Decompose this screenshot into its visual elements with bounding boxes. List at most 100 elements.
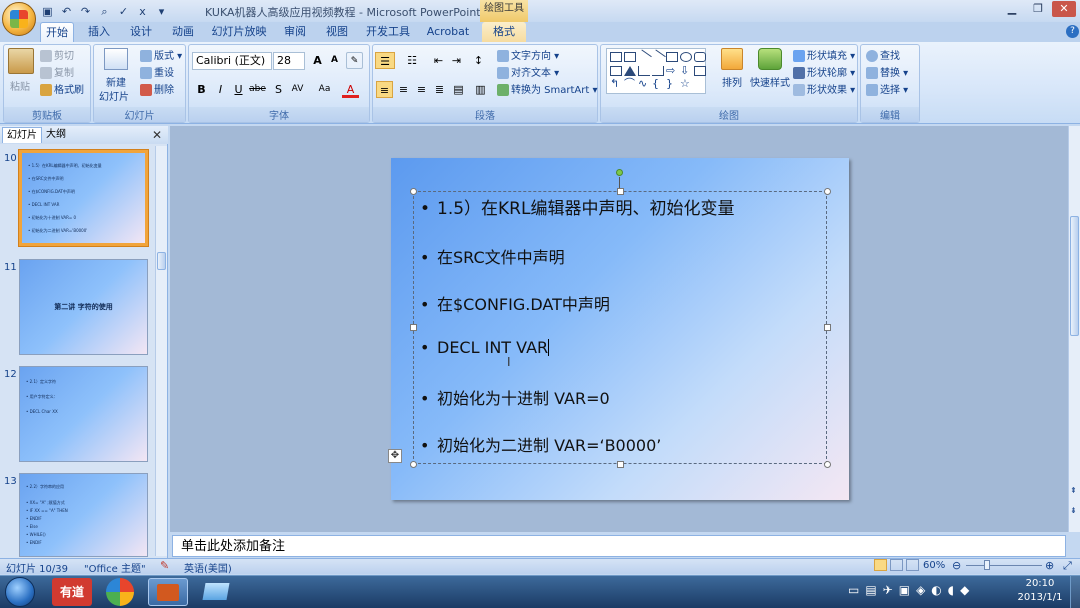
slide-scrollbar[interactable]: ⇞ ⇟ (1068, 126, 1080, 532)
resize-handle-br[interactable] (824, 461, 831, 468)
strikethrough-button[interactable]: abe (249, 81, 266, 98)
paste-button[interactable]: 粘贴 (10, 78, 30, 93)
bullet-item[interactable]: • 在$CONFIG.DAT中声明 (420, 291, 610, 315)
rectangle-shape-icon[interactable] (666, 52, 678, 62)
slide-thumbnail-12[interactable]: • 2.1）定义字符 • 用户字符定义： • DECL Char XX (19, 366, 148, 462)
rotate-handle[interactable] (616, 169, 623, 176)
zoom-out-icon[interactable]: ⊖ (952, 559, 961, 572)
quick-styles-button[interactable]: 快速样式 (750, 74, 790, 89)
tab-insert[interactable]: 插入 (84, 22, 114, 42)
minimize-icon[interactable]: ▁ (1000, 1, 1024, 17)
show-desktop-button[interactable] (1070, 576, 1080, 608)
next-slide-icon[interactable]: ⇟ (1070, 506, 1077, 515)
arrow-shape-icon[interactable] (650, 49, 666, 65)
spelling-icon[interactable]: ✓ (116, 4, 131, 19)
tab-outline[interactable]: 大纲 (42, 127, 70, 143)
notes-pane[interactable]: 单击此处添加备注 (172, 535, 1066, 557)
tab-animation[interactable]: 动画 (168, 22, 198, 42)
bold-button[interactable]: B (193, 81, 210, 98)
line-spacing-icon[interactable]: ↕ (470, 52, 487, 69)
more-shapes-icon[interactable] (694, 65, 706, 76)
redo-icon[interactable]: ↷ (78, 4, 93, 19)
resize-handle-tl[interactable] (410, 188, 417, 195)
tab-review[interactable]: 审阅 (280, 22, 310, 42)
scroll-thumb[interactable] (157, 252, 166, 270)
slides-pane-scrollbar[interactable] (155, 146, 167, 556)
slide-sorter-icon[interactable] (890, 559, 903, 571)
close-pane-icon[interactable]: ✕ (152, 128, 162, 142)
bullet-item[interactable]: • 初始化为二进制 VAR=‘B0000’ (420, 432, 661, 456)
slideshow-view-icon[interactable] (906, 559, 919, 571)
normal-view-icon[interactable] (874, 559, 887, 571)
align-right-icon[interactable]: ≡ (413, 81, 430, 98)
language-indicator[interactable]: 英语(美国) (184, 560, 232, 575)
restore-icon[interactable]: ❐ (1026, 1, 1050, 17)
arrange-icon[interactable] (721, 48, 743, 70)
shadow-button[interactable]: S (270, 81, 287, 98)
tab-slideshow[interactable]: 幻灯片放映 (210, 22, 268, 42)
change-case-icon[interactable]: Aa (316, 81, 333, 98)
format-painter-button[interactable]: 格式刷 (40, 81, 84, 96)
elbow-connector-icon[interactable] (638, 65, 650, 76)
clock-time[interactable]: 20:10 (1018, 578, 1062, 589)
new-slide-button[interactable]: 新建 (106, 74, 126, 89)
close-icon[interactable]: ✕ (1052, 1, 1076, 17)
reset-button[interactable]: 重设 (140, 64, 174, 79)
star-shape-icon[interactable]: ☆ (680, 78, 692, 90)
font-name-select[interactable]: Calibri (正文) (192, 52, 272, 70)
clock-date[interactable]: 2013/1/1 (1014, 592, 1066, 603)
vertical-textbox-icon[interactable] (624, 52, 636, 62)
find-button[interactable]: 查找 (866, 47, 900, 62)
distribute-icon[interactable]: ▤ (450, 81, 467, 98)
help-icon[interactable]: ? (1066, 25, 1079, 38)
prev-slide-icon[interactable]: ⇞ (1070, 486, 1077, 495)
down-arrow-shape-icon[interactable]: ⇩ (680, 65, 692, 77)
zoom-level[interactable]: 60% (923, 560, 945, 571)
copy-button[interactable]: 复制 (40, 64, 74, 79)
replace-button[interactable]: 替换 ▾ (866, 64, 908, 79)
font-color-icon[interactable]: A (342, 81, 359, 98)
resize-handle-bl[interactable] (410, 461, 417, 468)
rounded-rect-icon[interactable] (694, 52, 706, 62)
office-button[interactable] (2, 2, 36, 36)
smartart-button[interactable]: 转换为 SmartArt ▾ (497, 81, 598, 96)
zoom-slider-thumb[interactable] (984, 560, 990, 570)
spellcheck-icon[interactable]: ✎ (160, 559, 169, 572)
undo-icon[interactable]: ↶ (59, 4, 74, 19)
slide-thumbnail-13[interactable]: • 2.2）字符串的应用 • XX= "A" ;赋值方式 • IF XX == … (19, 473, 148, 557)
fit-window-icon[interactable]: ⤢ (1063, 559, 1072, 573)
clear-format-icon[interactable]: ✎ (346, 52, 363, 69)
justify-icon[interactable]: ≣ (431, 81, 448, 98)
zoom-slider[interactable] (966, 565, 1042, 566)
youdao-app[interactable]: 有道 (52, 578, 92, 606)
bullet-item[interactable]: • DECL INT VAR (420, 338, 550, 357)
shape-fill-button[interactable]: 形状填充 ▾ (793, 47, 855, 62)
curve-shape2-icon[interactable]: ⌒ (624, 78, 636, 90)
explorer-app[interactable] (196, 578, 236, 606)
decrease-indent-icon[interactable]: ⇤ (430, 52, 447, 69)
resize-handle-l[interactable] (410, 324, 417, 331)
tray-icons[interactable]: ▭▤✈▣◈◐◖◆ (848, 583, 975, 597)
text-direction-button[interactable]: 文字方向 ▾ (497, 47, 559, 62)
tab-format[interactable]: 格式 (482, 22, 526, 42)
start-button-icon[interactable] (5, 577, 35, 607)
italic-button[interactable]: I (212, 81, 229, 98)
tab-design[interactable]: 设计 (126, 22, 156, 42)
bullets-icon[interactable]: ☰ (375, 52, 395, 69)
shapes-gallery[interactable]: ⇨ ⇩ ↰ ⌒ ∿{} ☆ (606, 48, 706, 94)
grow-font-icon[interactable]: A (309, 52, 326, 69)
select-button[interactable]: 选择 ▾ (866, 81, 908, 96)
resize-handle-tr[interactable] (824, 188, 831, 195)
brace-right-icon[interactable]: } (666, 78, 678, 90)
bullet-item[interactable]: • 在SRC文件中声明 (420, 244, 565, 268)
shape-outline-button[interactable]: 形状轮廓 ▾ (793, 64, 855, 79)
tab-home[interactable]: 开始 (40, 22, 74, 42)
zoom-in-icon[interactable]: ⊕ (1045, 559, 1054, 572)
layout-button[interactable]: 版式 ▾ (140, 47, 182, 62)
rect-shape-icon[interactable] (610, 65, 622, 76)
resize-handle-r[interactable] (824, 324, 831, 331)
customize-qat-icon[interactable]: ▾ (154, 4, 169, 19)
scroll-thumb[interactable] (1070, 216, 1079, 336)
save-icon[interactable]: ▣ (40, 4, 55, 19)
columns-icon[interactable]: ▥ (472, 81, 489, 98)
